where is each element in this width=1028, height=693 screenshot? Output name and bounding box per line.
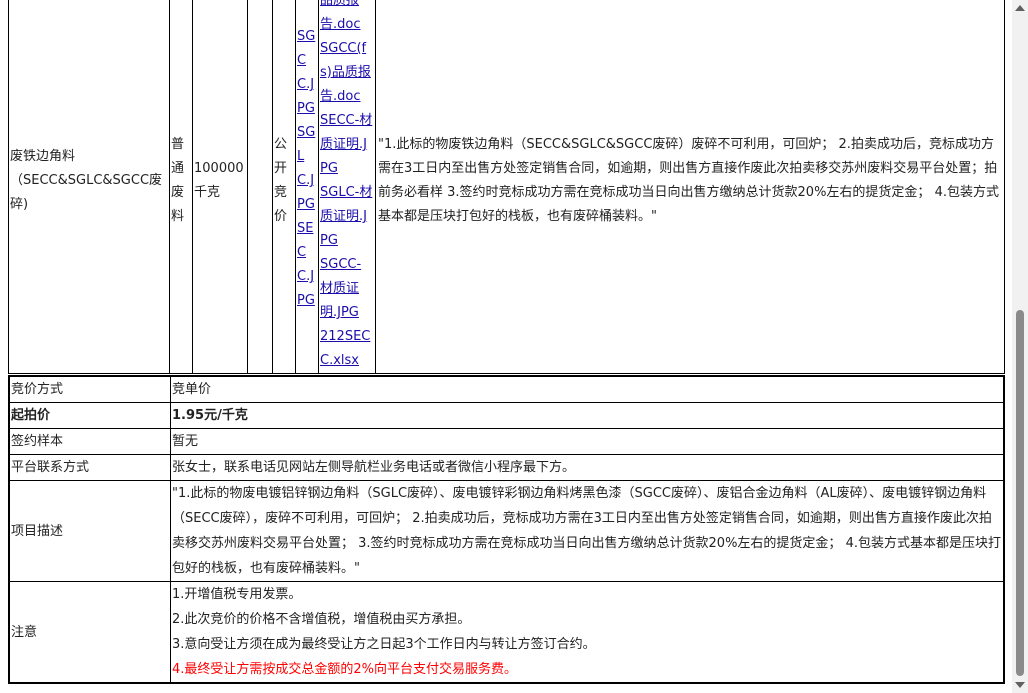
note-item: 1.开增值税专用发票。: [172, 587, 302, 602]
contact-value: 张女士，联系电话见网站左侧导航栏业务电话或者微信小程序最下方。: [170, 454, 1005, 481]
start-price-value: 1.95元/千克: [170, 402, 1005, 429]
contract-sample-value: 暂无: [170, 428, 1005, 455]
table-row: 起拍价 1.95元/千克: [8, 402, 1005, 429]
attachment-link[interactable]: SECC-材质证明.JPG: [320, 109, 374, 181]
bid-method-value: 竞单价: [170, 375, 1005, 403]
attachments-column-b: 品质报告.doc SGCC(fs)品质报告.doc SECC-材质证明.JPG …: [318, 0, 376, 374]
bid-method-label: 竞价方式: [8, 375, 171, 403]
note-item: 3.意向受让方须在成为最终受让方之日起3个工作日内与转让方签订合约。: [172, 637, 596, 652]
attachments-column-a: SGCC.JPG SGLC.JPG SECC.JPG: [295, 0, 319, 374]
attachment-link[interactable]: SGCC(fs)品质报告.doc: [320, 37, 374, 109]
auction-info-table: 竞价方式 竞单价 起拍价 1.95元/千克 签约样本 暂无 平台联系方式 张女士…: [8, 375, 1005, 684]
page-content: 废铁边角料（SECC&SGLC&SGCC废碎) 普通废料 100000千克 公开…: [0, 0, 1012, 693]
start-price-label: 起拍价: [8, 402, 171, 429]
contact-label: 平台联系方式: [8, 454, 171, 481]
table-row: 项目描述 "1.此标的物废电镀铝锌钢边角料（SGLC废碎）、废电镀锌彩钢边角料烤…: [8, 480, 1005, 582]
contract-sample-label: 签约样本: [8, 428, 171, 455]
scrollbar-thumb[interactable]: [1016, 310, 1024, 676]
vertical-scrollbar[interactable]: [1012, 0, 1028, 693]
attachment-link[interactable]: 品质报告.doc: [320, 0, 374, 37]
attachment-link[interactable]: SECC.JPG: [297, 217, 317, 313]
table-row: 竞价方式 竞单价: [8, 375, 1005, 403]
note-item-highlighted: 4.最终受让方需按成交总金额的2%向平台支付交易服务费。: [172, 662, 518, 677]
table-row: 废铁边角料（SECC&SGLC&SGCC废碎) 普通废料 100000千克 公开…: [8, 0, 1005, 374]
project-description-value: "1.此标的物废电镀铝锌钢边角料（SGLC废碎）、废电镀锌彩钢边角料烤黑色漆（S…: [170, 480, 1005, 582]
item-quantity: 100000千克: [192, 0, 248, 374]
attachment-link[interactable]: SGCC-材质证明.JPG: [320, 253, 374, 325]
project-description-label: 项目描述: [8, 480, 171, 582]
notes-label: 注意: [8, 581, 171, 684]
scroll-up-arrow-icon[interactable]: [1015, 5, 1025, 11]
table-row: 平台联系方式 张女士，联系电话见网站左侧导航栏业务电话或者微信小程序最下方。: [8, 454, 1005, 481]
scroll-down-arrow-icon[interactable]: [1015, 682, 1025, 688]
attachment-link[interactable]: SGLC-材质证明.JPG: [320, 181, 374, 253]
item-mode: 公开竞价: [272, 0, 296, 374]
attachment-link[interactable]: SGLC.JPG: [297, 121, 317, 217]
table-row: 签约样本 暂无: [8, 428, 1005, 455]
attachment-link[interactable]: SGCC.JPG: [297, 25, 317, 121]
attachment-link[interactable]: 212SECC.xlsx: [320, 325, 374, 373]
item-name: 废铁边角料（SECC&SGLC&SGCC废碎): [8, 0, 170, 374]
item-description: "1.此标的物废铁边角料（SECC&SGLC&SGCC废碎）废碎不可利用，可回炉…: [375, 0, 1005, 374]
note-item: 2.此次竞价的价格不含增值税，增值税由买方承担。: [172, 612, 471, 627]
item-type: 普通废料: [169, 0, 193, 374]
item-table: 废铁边角料（SECC&SGLC&SGCC废碎) 普通废料 100000千克 公开…: [8, 0, 1005, 374]
table-row: 注意 1.开增值税专用发票。 2.此次竞价的价格不含增值税，增值税由买方承担。 …: [8, 581, 1005, 684]
notes-list: 1.开增值税专用发票。 2.此次竞价的价格不含增值税，增值税由买方承担。 3.意…: [170, 581, 1005, 684]
